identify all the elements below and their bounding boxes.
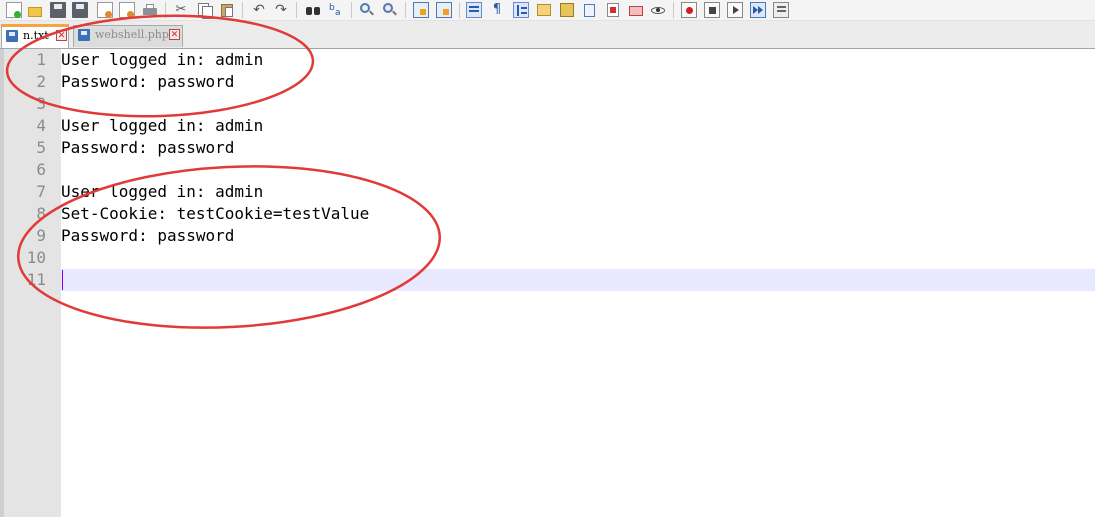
panel-icon[interactable] <box>628 2 644 18</box>
code-line[interactable]: Password: password <box>61 225 234 247</box>
tab-label: n.txt <box>23 29 49 42</box>
zoom-out-icon[interactable] <box>382 2 398 18</box>
close-tab-icon[interactable]: ✕ <box>56 30 67 41</box>
line-number: 1 <box>36 50 46 69</box>
line-number: 8 <box>36 204 46 223</box>
function-list-icon[interactable] <box>559 2 575 18</box>
zoom-in-icon[interactable] <box>359 2 375 18</box>
line-number: 11 <box>26 270 46 289</box>
paste-icon[interactable] <box>219 2 235 18</box>
eye-icon[interactable] <box>650 2 666 18</box>
open-file-icon[interactable] <box>27 2 43 18</box>
replace-icon[interactable]: ba <box>328 2 344 18</box>
code-line[interactable]: Set-Cookie: testCookie=testValue <box>61 203 369 225</box>
find-icon[interactable] <box>305 2 321 18</box>
toolbar: ✂ ↶ ↷ ba ¶ <box>0 0 1095 21</box>
show-all-chars-icon[interactable]: ¶ <box>489 2 505 18</box>
run-macro-multiple-icon[interactable] <box>750 2 766 18</box>
tab-webshell-php[interactable]: webshell.php ✕ <box>73 25 183 47</box>
cut-icon[interactable]: ✂ <box>173 2 189 18</box>
save-icon <box>78 29 90 41</box>
code-line[interactable]: User logged in: admin <box>61 49 263 71</box>
monitoring-icon[interactable] <box>605 2 621 18</box>
folder-workspace-icon[interactable] <box>582 2 598 18</box>
line-number: 2 <box>36 72 46 91</box>
new-file-icon[interactable] <box>6 2 22 18</box>
save-icon <box>6 30 18 42</box>
tab-label: webshell.php <box>95 28 169 41</box>
record-macro-icon[interactable] <box>681 2 697 18</box>
doc-map-icon[interactable] <box>536 2 552 18</box>
play-macro-icon[interactable] <box>727 2 743 18</box>
line-number-gutter: 1 2 3 4 5 6 7 8 9 10 11 <box>0 49 61 517</box>
sync-horizontal-icon[interactable] <box>436 2 452 18</box>
stop-macro-icon[interactable] <box>704 2 720 18</box>
current-line-highlight <box>61 269 1095 291</box>
copy-icon[interactable] <box>196 2 213 19</box>
code-line[interactable]: User logged in: admin <box>61 115 263 137</box>
line-number: 4 <box>36 116 46 135</box>
text-caret <box>62 270 63 290</box>
code-line[interactable]: User logged in: admin <box>61 181 263 203</box>
close-all-icon[interactable] <box>119 2 135 18</box>
undo-icon[interactable]: ↶ <box>251 2 267 18</box>
line-number: 10 <box>26 248 46 267</box>
save-macro-icon[interactable] <box>773 2 789 18</box>
print-icon[interactable] <box>142 2 158 18</box>
line-number: 9 <box>36 226 46 245</box>
line-number: 3 <box>36 94 46 113</box>
save-all-icon[interactable] <box>72 2 88 18</box>
close-icon[interactable] <box>97 2 113 18</box>
line-number: 5 <box>36 138 46 157</box>
line-number: 6 <box>36 160 46 179</box>
close-tab-icon[interactable]: ✕ <box>169 29 180 40</box>
tab-n-txt[interactable]: n.txt ✕ <box>1 24 69 48</box>
word-wrap-icon[interactable] <box>466 2 482 18</box>
redo-icon[interactable]: ↷ <box>273 2 289 18</box>
code-line[interactable]: Password: password <box>61 137 234 159</box>
sync-vertical-icon[interactable] <box>413 2 429 18</box>
tab-bar: n.txt ✕ webshell.php ✕ <box>0 21 1095 49</box>
indent-guide-icon[interactable] <box>513 2 529 18</box>
code-line[interactable]: Password: password <box>61 71 234 93</box>
line-number: 7 <box>36 182 46 201</box>
save-icon[interactable] <box>50 2 66 18</box>
editor[interactable]: 1 2 3 4 5 6 7 8 9 10 11 User logged in: … <box>0 49 1095 517</box>
